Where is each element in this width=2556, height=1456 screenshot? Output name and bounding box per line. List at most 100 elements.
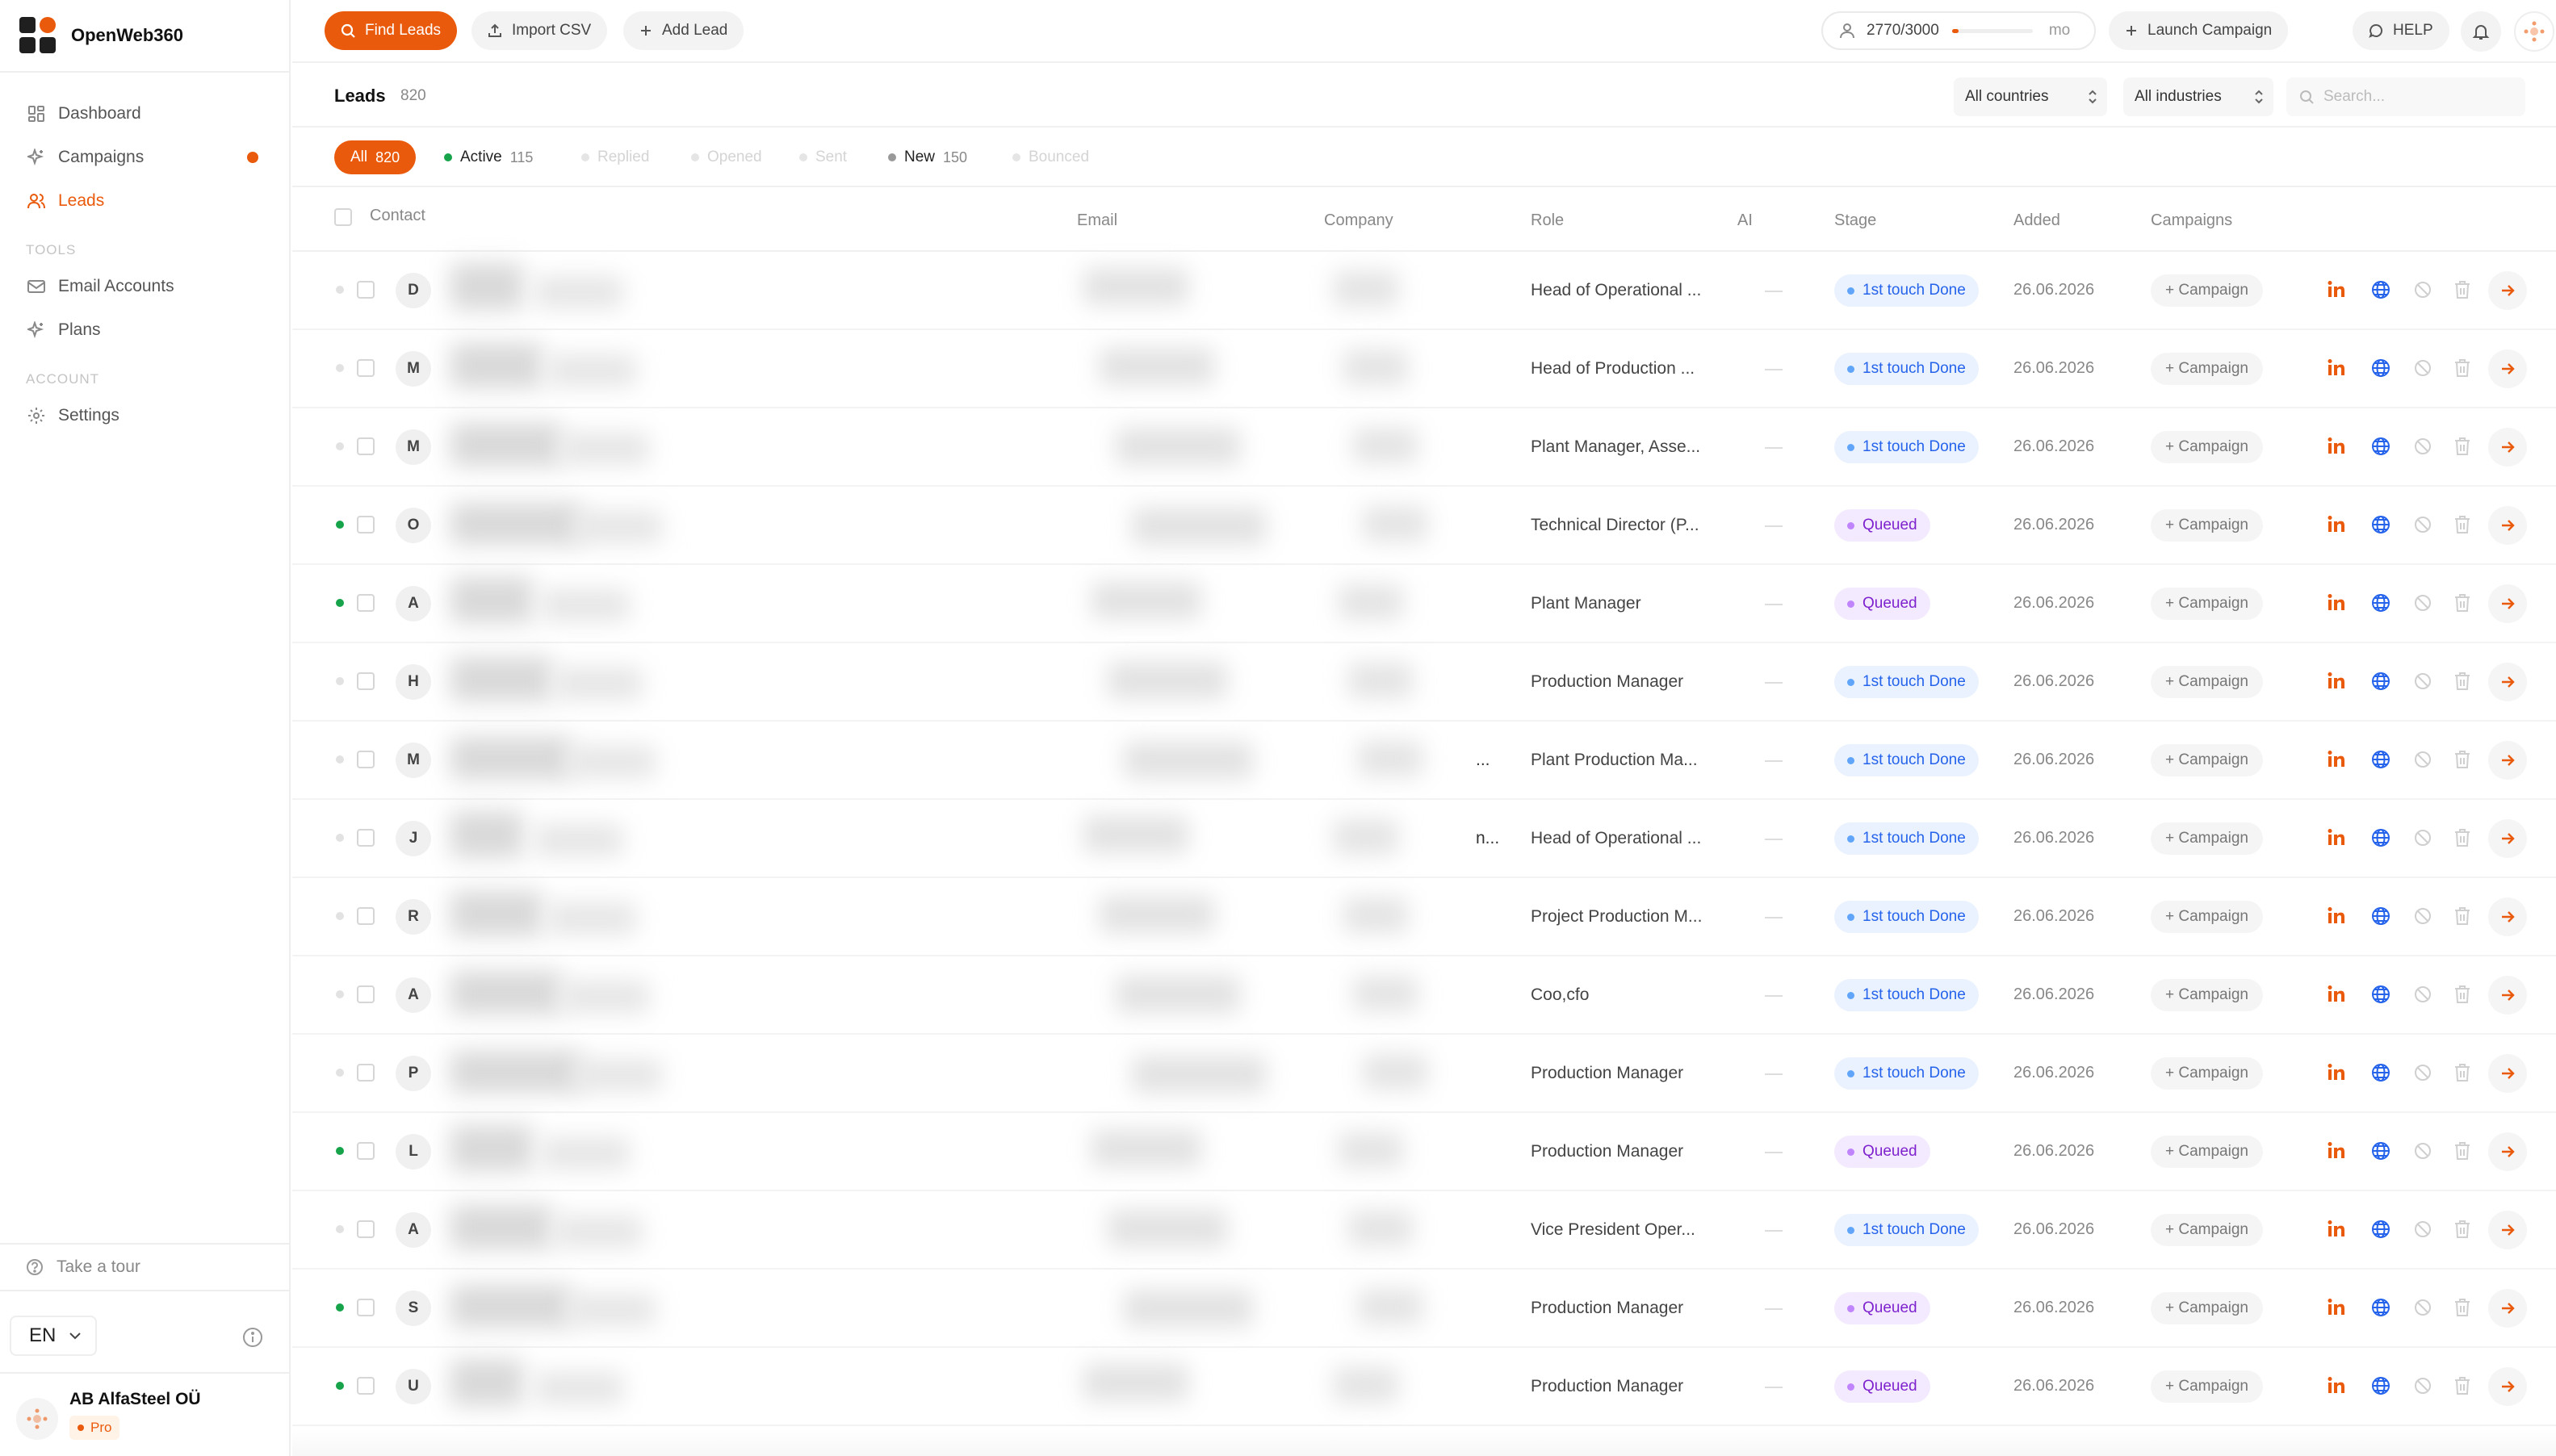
- filter-chip-new[interactable]: New 150: [880, 140, 975, 174]
- open-lead-button[interactable]: [2488, 1367, 2527, 1406]
- open-lead-button[interactable]: [2488, 976, 2527, 1015]
- row-checkbox[interactable]: [357, 1377, 375, 1395]
- sidebar-item-leads[interactable]: Leads: [0, 179, 289, 223]
- add-campaign-button[interactable]: + Campaign: [2151, 666, 2263, 698]
- row-checkbox[interactable]: [357, 281, 375, 299]
- linkedin-icon[interactable]: [2327, 514, 2348, 535]
- table-row[interactable]: S Production Manager Queued 26.06.2026 + Cam…: [292, 1270, 2556, 1348]
- block-icon[interactable]: [2412, 984, 2433, 1005]
- help-button[interactable]: HELP: [2353, 11, 2449, 50]
- add-campaign-button[interactable]: + Campaign: [2151, 1057, 2263, 1090]
- add-campaign-button[interactable]: + Campaign: [2151, 274, 2263, 307]
- filter-chip-all[interactable]: All 820: [334, 140, 417, 174]
- linkedin-icon[interactable]: [2327, 1297, 2348, 1318]
- select-all-checkbox[interactable]: [334, 208, 352, 226]
- linkedin-icon[interactable]: [2327, 827, 2348, 848]
- open-lead-button[interactable]: [2488, 1289, 2527, 1328]
- globe-icon[interactable]: [2370, 1375, 2391, 1396]
- open-lead-button[interactable]: [2488, 741, 2527, 780]
- trash-icon[interactable]: [2453, 827, 2472, 848]
- linkedin-icon[interactable]: [2327, 1062, 2348, 1083]
- column-header-role[interactable]: Role: [1531, 211, 1564, 230]
- linkedin-icon[interactable]: [2327, 984, 2348, 1005]
- launch-campaign-button[interactable]: Launch Campaign: [2109, 11, 2289, 50]
- block-icon[interactable]: [2412, 436, 2433, 457]
- notifications-button[interactable]: [2461, 11, 2501, 52]
- block-icon[interactable]: [2412, 358, 2433, 379]
- globe-icon[interactable]: [2370, 1140, 2391, 1161]
- table-row[interactable]: A Plant Manager Queued 26.06.2026 + Campaign: [292, 565, 2556, 643]
- row-checkbox[interactable]: [357, 829, 375, 847]
- sidebar-item-plans[interactable]: Plans: [0, 308, 289, 352]
- table-row[interactable]: H Production Manager 1st touch Done 26.06.2…: [292, 643, 2556, 722]
- row-checkbox[interactable]: [357, 1142, 375, 1160]
- column-header-email[interactable]: Email: [1077, 211, 1117, 230]
- row-checkbox[interactable]: [357, 672, 375, 690]
- open-lead-button[interactable]: [2488, 349, 2527, 388]
- block-icon[interactable]: [2412, 592, 2433, 613]
- globe-icon[interactable]: [2370, 984, 2391, 1005]
- linkedin-icon[interactable]: [2327, 671, 2348, 692]
- block-icon[interactable]: [2412, 1062, 2433, 1083]
- table-row[interactable]: O Technical Director (P... Queued 26.06.202…: [292, 487, 2556, 565]
- add-campaign-button[interactable]: + Campaign: [2151, 509, 2263, 542]
- block-icon[interactable]: [2412, 279, 2433, 300]
- filter-chip-replied[interactable]: Replied: [573, 140, 657, 174]
- globe-icon[interactable]: [2370, 358, 2391, 379]
- globe-icon[interactable]: [2370, 671, 2391, 692]
- row-checkbox[interactable]: [357, 907, 375, 925]
- open-lead-button[interactable]: [2488, 1054, 2527, 1093]
- open-lead-button[interactable]: [2488, 584, 2527, 623]
- add-campaign-button[interactable]: + Campaign: [2151, 901, 2263, 933]
- block-icon[interactable]: [2412, 749, 2433, 770]
- import-csv-button[interactable]: Import CSV: [471, 11, 608, 50]
- globe-icon[interactable]: [2370, 1297, 2391, 1318]
- open-lead-button[interactable]: [2488, 819, 2527, 858]
- globe-icon[interactable]: [2370, 906, 2391, 927]
- open-lead-button[interactable]: [2488, 428, 2527, 467]
- open-lead-button[interactable]: [2488, 663, 2527, 701]
- globe-icon[interactable]: [2370, 592, 2391, 613]
- logo[interactable]: OpenWeb360: [0, 0, 289, 73]
- globe-icon[interactable]: [2370, 279, 2391, 300]
- linkedin-icon[interactable]: [2327, 436, 2348, 457]
- trash-icon[interactable]: [2453, 279, 2472, 300]
- find-leads-button[interactable]: Find Leads: [325, 11, 458, 50]
- column-header-contact[interactable]: Contact: [370, 207, 425, 225]
- globe-icon[interactable]: [2370, 436, 2391, 457]
- add-campaign-button[interactable]: + Campaign: [2151, 1136, 2263, 1168]
- linkedin-icon[interactable]: [2327, 358, 2348, 379]
- block-icon[interactable]: [2412, 514, 2433, 535]
- search-input[interactable]: Search...: [2286, 77, 2525, 116]
- country-filter-select[interactable]: All countries: [1954, 77, 2107, 116]
- table-row[interactable]: U Production Manager Queued 26.06.2026 + Cam…: [292, 1348, 2556, 1426]
- linkedin-icon[interactable]: [2327, 1219, 2348, 1240]
- add-campaign-button[interactable]: + Campaign: [2151, 744, 2263, 776]
- add-campaign-button[interactable]: + Campaign: [2151, 353, 2263, 385]
- block-icon[interactable]: [2412, 827, 2433, 848]
- row-checkbox[interactable]: [357, 1299, 375, 1316]
- trash-icon[interactable]: [2453, 1140, 2472, 1161]
- add-campaign-button[interactable]: + Campaign: [2151, 1292, 2263, 1324]
- open-lead-button[interactable]: [2488, 1132, 2527, 1171]
- table-row[interactable]: M Plant Manager, Asse... 1st touch Done 26.…: [292, 408, 2556, 487]
- table-row[interactable]: M... Plant Production Ma... 1st touch Done…: [292, 722, 2556, 800]
- trash-icon[interactable]: [2453, 984, 2472, 1005]
- column-header-ai[interactable]: AI: [1737, 211, 1753, 230]
- linkedin-icon[interactable]: [2327, 279, 2348, 300]
- row-checkbox[interactable]: [357, 985, 375, 1003]
- trash-icon[interactable]: [2453, 592, 2472, 613]
- linkedin-icon[interactable]: [2327, 749, 2348, 770]
- column-header-campaigns[interactable]: Campaigns: [2151, 211, 2232, 230]
- globe-icon[interactable]: [2370, 827, 2391, 848]
- profile-button[interactable]: [2514, 11, 2554, 52]
- column-header-company[interactable]: Company: [1324, 211, 1393, 230]
- table-row[interactable]: R Project Production M... 1st touch Done 26…: [292, 878, 2556, 956]
- trash-icon[interactable]: [2453, 1219, 2472, 1240]
- table-row[interactable]: M Head of Production ... 1st touch Done 26.…: [292, 330, 2556, 408]
- linkedin-icon[interactable]: [2327, 1375, 2348, 1396]
- trash-icon[interactable]: [2453, 358, 2472, 379]
- row-checkbox[interactable]: [357, 437, 375, 455]
- add-campaign-button[interactable]: + Campaign: [2151, 1370, 2263, 1403]
- filter-chip-sent[interactable]: Sent: [791, 140, 855, 174]
